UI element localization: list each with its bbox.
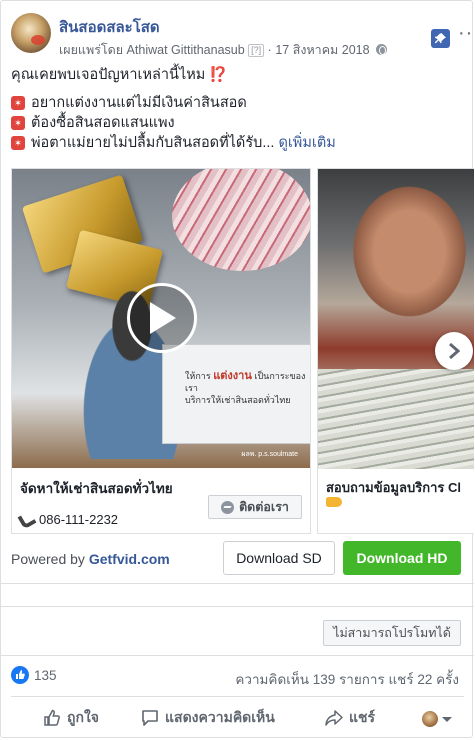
comment-button[interactable]: แสดงความคิดเห็น — [141, 707, 275, 729]
share-label: แชร์ — [349, 709, 376, 725]
image-watermark: ผลพ. p.s.soulmate — [241, 451, 298, 458]
like-button[interactable]: ถูกใจ — [43, 707, 99, 729]
divider — [1, 606, 474, 607]
share-icon — [325, 710, 343, 726]
bullet-row: ✶ ต้องซื้อสินสอดแสนแพง — [11, 113, 466, 133]
post-header: สินสอดสละโสด เผยแพร่โดย Athiwat Gittitha… — [11, 13, 475, 60]
post-text: คุณเคยพบเจอปัญหาเหล่านี้ไหม ⁉️ ✶ อยากแต่ง… — [11, 65, 466, 153]
money-stack-image — [318, 369, 474, 469]
like-reaction-icon[interactable] — [11, 666, 29, 684]
divider — [1, 655, 474, 656]
comment-icon — [142, 710, 158, 726]
play-button-icon[interactable] — [127, 283, 197, 353]
page-name-link[interactable]: สินสอดสละโสด — [59, 15, 160, 39]
post-date[interactable]: 17 สิงหาคม 2018 — [275, 43, 369, 57]
chevron-down-icon[interactable] — [442, 717, 452, 722]
stressed-man-image — [338, 184, 468, 334]
card-2-image[interactable] — [318, 169, 474, 469]
phone-row: 086-111-2232 — [17, 509, 119, 530]
carousel-next-button[interactable] — [435, 332, 473, 370]
bullet-row: ✶ พ่อตาแม่ยายไม่ปลื้มกับสินสอดที่ได้รับ.… — [11, 133, 466, 153]
post-line-1: คุณเคยพบเจอปัญหาเหล่านี้ไหม ⁉️ — [11, 65, 466, 85]
bullet-text: พ่อตาแม่ยายไม่ปลื้มกับสินสอดที่ได้รับ... — [31, 135, 275, 151]
card-2-caption[interactable]: สอบถามข้อมูลบริการ Cl — [326, 477, 461, 498]
anger-emoji-icon: ✶ — [11, 116, 25, 130]
globe-icon[interactable] — [376, 44, 388, 55]
laptop-image: ให้การ แต่งงาน เป็นการะของเรา บริการให้เ… — [162, 344, 310, 444]
bullet-row: ✶ อยากแต่งงานแต่ไม่มีเงินค่าสินสอด — [11, 93, 466, 113]
bullet-text: ต้องซื้อสินสอดแสนแพง — [31, 115, 175, 131]
pointing-hand-emoji-icon — [326, 497, 342, 507]
page-avatar[interactable] — [11, 13, 51, 53]
money-stack-image — [172, 169, 310, 271]
card-1-caption[interactable]: จัดหาให้เช่าสินสอดทั่วไทย — [20, 477, 173, 499]
powered-brand-link[interactable]: Getfvid.com — [89, 551, 170, 567]
download-hd-button[interactable]: Download HD — [343, 541, 461, 575]
carousel: ให้การ แต่งงาน เป็นการะของเรา บริการให้เ… — [11, 168, 474, 534]
contact-us-button[interactable]: ติดต่อเรา — [208, 495, 302, 519]
thumbs-up-icon — [44, 709, 60, 726]
download-sd-button[interactable]: Download SD — [223, 541, 335, 575]
interrobang-emoji: ⁉️ — [209, 67, 228, 83]
see-more-link[interactable]: ดูเพิ่มเติม — [278, 133, 335, 153]
post-line-1-text: คุณเคยพบเจอปัญหาเหล่านี้ไหม — [11, 67, 206, 83]
post-meta: เผยแพร่โดย Athiwat Gittithanasub [?] · 1… — [59, 40, 388, 60]
phone-number: 086-111-2232 — [39, 512, 119, 527]
post-card: สินสอดสละโสด เผยแพร่โดย Athiwat Gittitha… — [0, 0, 475, 738]
powered-prefix: Powered by — [11, 551, 89, 567]
meta-separator: · — [267, 43, 272, 57]
phone-icon — [17, 509, 37, 530]
pin-icon[interactable] — [431, 29, 450, 48]
overlay-text-1: ให้การ — [185, 371, 211, 381]
card-1-image[interactable]: ให้การ แต่งงาน เป็นการะของเรา บริการให้เ… — [12, 169, 310, 468]
share-button[interactable]: แชร์ — [325, 707, 375, 729]
help-icon[interactable]: [?] — [248, 44, 265, 57]
carousel-card-1[interactable]: ให้การ แต่งงาน เป็นการะของเรา บริการให้เ… — [11, 168, 311, 534]
overlay-text: ให้การ แต่งงาน เป็นการะของเรา บริการให้เ… — [185, 370, 310, 406]
anger-emoji-icon: ✶ — [11, 96, 25, 110]
comment-label: แสดงความคิดเห็น — [165, 709, 275, 725]
more-options-icon[interactable]: ··· — [458, 23, 475, 43]
overlay-text-2: แต่งงาน — [213, 370, 252, 382]
like-count[interactable]: 135 — [34, 668, 57, 683]
divider — [1, 583, 474, 584]
divider — [11, 696, 464, 697]
anger-emoji-icon: ✶ — [11, 136, 25, 150]
contact-us-label: ติดต่อเรา — [239, 500, 289, 514]
bullet-text: อยากแต่งงานแต่ไม่มีเงินค่าสินสอด — [31, 95, 247, 111]
actor-avatar[interactable] — [422, 711, 438, 727]
powered-by: Powered by Getfvid.com — [11, 551, 170, 567]
cannot-promote-button[interactable]: ไม่สามารถโปรโมทได้ — [323, 620, 461, 646]
published-by[interactable]: เผยแพร่โดย Athiwat Gittithanasub — [59, 43, 245, 57]
messenger-icon — [221, 500, 235, 514]
comment-share-stats[interactable]: ความคิดเห็น 139 รายการ แชร์ 22 ครั้ง — [235, 668, 459, 690]
like-label: ถูกใจ — [67, 709, 99, 725]
overlay-text-4: บริการให้เช่าสินสอดทั่วไทย — [185, 395, 291, 405]
